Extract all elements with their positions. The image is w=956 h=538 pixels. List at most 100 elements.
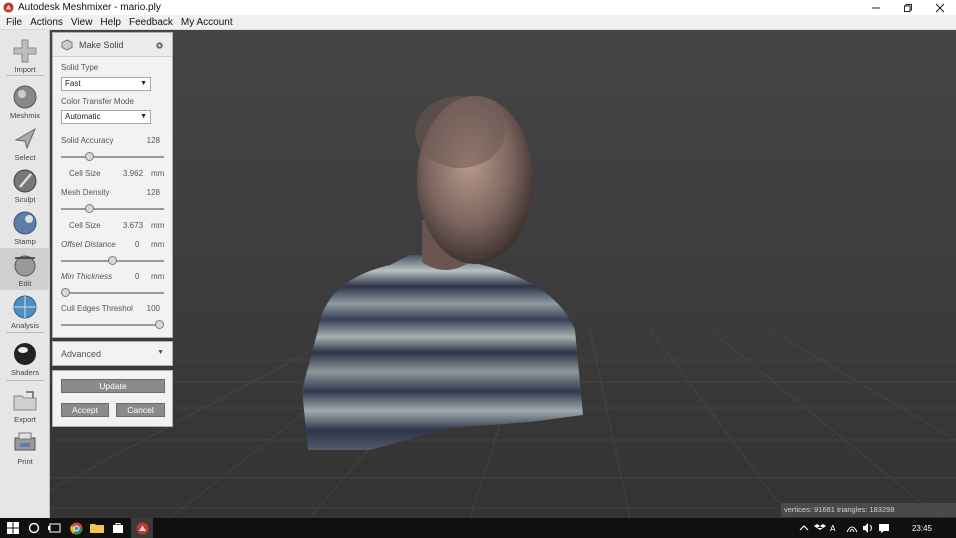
- tool-export[interactable]: Export: [0, 384, 50, 426]
- mesh-stats: vertices: 91681 triangles: 183298: [781, 503, 956, 517]
- mesh-density-value: 128: [146, 188, 160, 197]
- menu-view[interactable]: View: [67, 17, 97, 28]
- tool-stamp-label: Stamp: [14, 237, 36, 246]
- volume-icon[interactable]: [862, 522, 874, 534]
- restore-button[interactable]: [892, 0, 924, 15]
- slider-handle[interactable]: [61, 288, 70, 297]
- start-button[interactable]: [5, 520, 21, 536]
- windows-logo-icon: [7, 522, 19, 534]
- stamp-icon: [13, 211, 37, 235]
- arrow-cursor-icon: [14, 127, 37, 150]
- scene-canvas[interactable]: [50, 30, 956, 518]
- minimize-button[interactable]: [860, 0, 892, 15]
- store-bag-icon: [113, 523, 123, 533]
- minimize-icon: [872, 7, 880, 8]
- menu-bar: File Actions View Help Feedback My Accou…: [0, 15, 956, 30]
- tool-shaders-label: Shaders: [11, 368, 39, 377]
- update-button[interactable]: Update: [61, 379, 165, 393]
- taskbar-store[interactable]: [110, 520, 126, 536]
- slider-handle[interactable]: [85, 204, 95, 213]
- brush-icon: [13, 169, 37, 193]
- chevron-up-icon[interactable]: [798, 522, 810, 534]
- cube-icon: [61, 38, 73, 51]
- solid-type-value: Fast: [65, 79, 81, 88]
- panel-header: Make Solid: [53, 33, 172, 57]
- cell-size-unit: mm: [151, 169, 165, 178]
- chevron-down-icon: ▼: [140, 113, 147, 120]
- offset-distance-label: Offset Distance: [61, 240, 116, 249]
- advanced-section[interactable]: Advanced ▼: [52, 341, 173, 366]
- notification-icon[interactable]: [878, 522, 890, 534]
- mesh-density-slider[interactable]: [61, 204, 164, 213]
- cull-edges-slider[interactable]: [61, 320, 164, 329]
- tool-sculpt[interactable]: Sculpt: [0, 164, 50, 206]
- close-button[interactable]: [924, 0, 956, 15]
- shader-sphere-icon: [14, 343, 36, 365]
- search-button[interactable]: [26, 520, 42, 536]
- tool-meshmix-label: Meshmix: [9, 111, 40, 120]
- window-title: Autodesk Meshmixer - mario.ply: [18, 2, 161, 13]
- slider-handle[interactable]: [155, 320, 164, 329]
- taskbar-chrome[interactable]: [68, 520, 84, 536]
- meshmixer-logo-icon: [136, 522, 148, 534]
- min-thickness-value: 0: [135, 272, 140, 281]
- slider-handle[interactable]: [85, 152, 95, 161]
- task-view-icon: [48, 523, 61, 533]
- wifi-icon[interactable]: [846, 522, 858, 534]
- analysis-globe-icon: [13, 295, 37, 319]
- cell-size-label: Cell Size: [69, 169, 101, 178]
- tool-import[interactable]: Import: [0, 34, 50, 76]
- menu-actions[interactable]: Actions: [26, 17, 67, 28]
- 3d-mesh-bust[interactable]: [302, 96, 583, 450]
- meshmixer-logo-icon: [3, 2, 14, 13]
- chevron-down-icon: ▼: [157, 349, 164, 356]
- tool-shaders[interactable]: Shaders: [0, 337, 50, 379]
- cell-size-label: Cell Size: [69, 221, 101, 230]
- cell-size-value: 3.673: [123, 221, 144, 230]
- color-transfer-value: Automatic: [65, 112, 101, 121]
- make-solid-panel: Make Solid Solid Type Fast ▼ Color Trans…: [52, 32, 173, 338]
- menu-feedback[interactable]: Feedback: [125, 17, 177, 28]
- solid-accuracy-slider[interactable]: [61, 152, 164, 161]
- advanced-label: Advanced: [61, 348, 102, 359]
- menu-file[interactable]: File: [2, 17, 26, 28]
- color-transfer-dropdown[interactable]: Automatic ▼: [61, 110, 151, 124]
- tool-select[interactable]: Select: [0, 122, 50, 164]
- tool-stamp[interactable]: Stamp: [0, 206, 50, 248]
- chevron-down-icon: ▼: [140, 80, 147, 87]
- close-icon: [935, 3, 945, 12]
- tool-export-label: Export: [14, 415, 36, 424]
- accept-button[interactable]: Accept: [61, 403, 109, 417]
- gear-icon[interactable]: [155, 41, 164, 50]
- slider-handle[interactable]: [108, 256, 117, 265]
- tool-meshmix[interactable]: Meshmix: [0, 80, 50, 122]
- action-buttons: Update Accept Cancel: [52, 370, 173, 427]
- input-language-icon[interactable]: A: [830, 522, 842, 534]
- menu-help[interactable]: Help: [96, 17, 125, 28]
- taskbar-explorer[interactable]: [89, 520, 105, 536]
- solid-type-label: Solid Type: [61, 63, 99, 72]
- folder-export-icon: [13, 391, 37, 411]
- edit-sphere-icon: [14, 255, 36, 277]
- 3d-viewport[interactable]: [50, 30, 956, 518]
- menu-my-account[interactable]: My Account: [177, 17, 237, 28]
- chrome-icon: [69, 522, 82, 535]
- tool-analysis[interactable]: Analysis: [0, 290, 50, 332]
- cancel-button[interactable]: Cancel: [116, 403, 165, 417]
- offset-distance-value: 0: [135, 240, 140, 249]
- task-view-button[interactable]: [47, 520, 63, 536]
- tool-import-label: Import: [14, 65, 36, 74]
- tool-edit[interactable]: Edit: [0, 248, 50, 290]
- offset-distance-slider[interactable]: [61, 256, 164, 265]
- taskbar-clock[interactable]: 23:45: [912, 524, 932, 533]
- cull-edges-value: 100: [146, 304, 160, 313]
- taskbar-meshmixer[interactable]: [131, 518, 153, 538]
- solid-type-dropdown[interactable]: Fast ▼: [61, 77, 151, 91]
- tool-print[interactable]: Print: [0, 426, 50, 468]
- tool-analysis-label: Analysis: [11, 321, 39, 330]
- min-thickness-slider[interactable]: [61, 288, 164, 297]
- title-bar: Autodesk Meshmixer - mario.ply: [0, 0, 956, 15]
- tool-sculpt-label: Sculpt: [14, 195, 36, 204]
- left-toolbar: Import Meshmix Select Sculpt Stamp Edit …: [0, 30, 50, 518]
- dropbox-icon[interactable]: [813, 522, 826, 534]
